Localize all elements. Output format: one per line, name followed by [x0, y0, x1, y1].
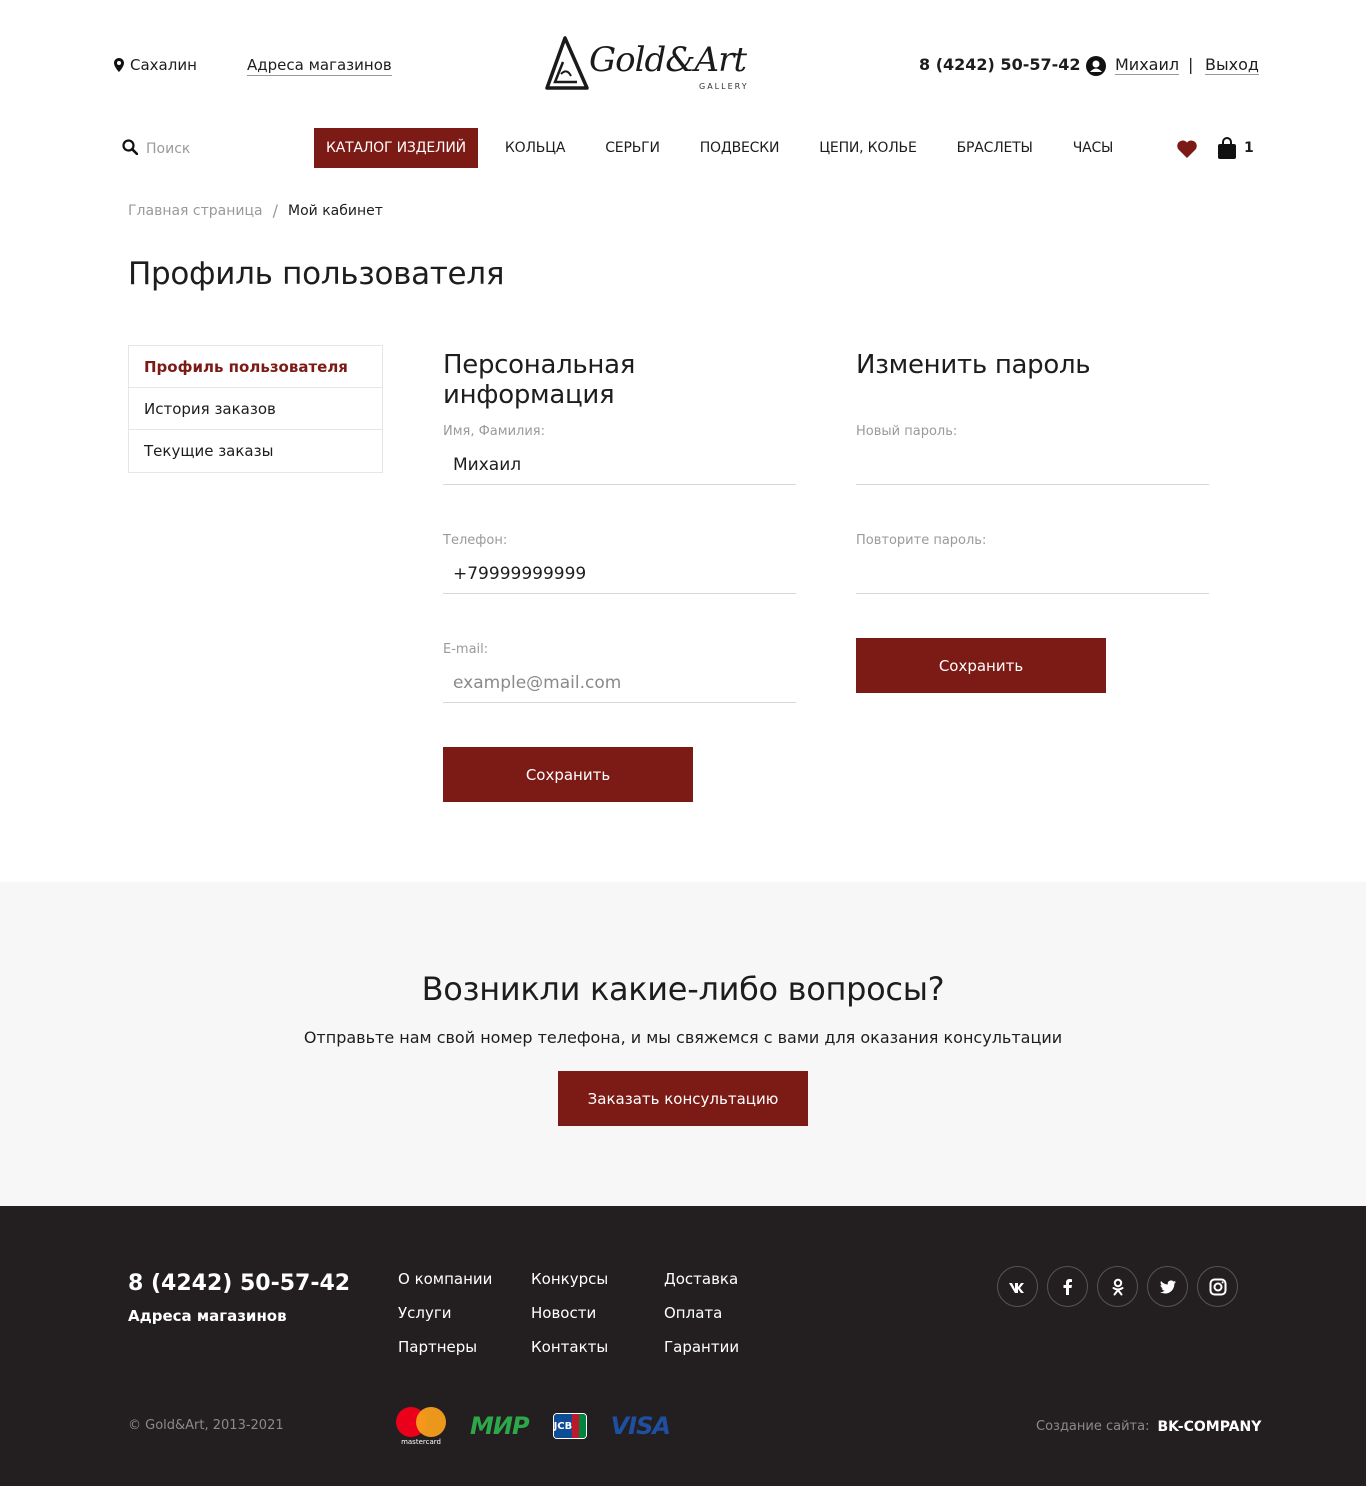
nav-item-pendants[interactable]: ПОДВЕСКИ [680, 128, 800, 168]
phone-input[interactable] [443, 554, 796, 594]
site-credits: Создание сайта: BK-COMPANY [1036, 1419, 1261, 1435]
breadcrumb-separator: / [272, 201, 278, 220]
change-password-title: Изменить пароль [856, 350, 1091, 380]
footer: 8 (4242) 50-57-42 Адреса магазинов О ком… [0, 1206, 1366, 1486]
phone-field: Телефон: [443, 533, 796, 594]
footer-link-partners[interactable]: Партнеры [398, 1338, 492, 1357]
consultation-title: Возникли какие-либо вопросы? [421, 970, 945, 1008]
logout-link[interactable]: Выход [1205, 55, 1259, 75]
repeat-password-field: Повторите пароль: [856, 533, 1209, 594]
top-header: Сахалин Адреса магазинов Gold&Art GALLER… [0, 0, 1366, 130]
social-links [997, 1266, 1238, 1307]
jcb-logo: JCB [552, 1413, 587, 1439]
repeat-password-label: Повторите пароль: [856, 533, 987, 548]
stores-link[interactable]: Адреса магазинов [247, 56, 392, 76]
odnoklassniki-icon[interactable] [1097, 1266, 1138, 1307]
sidebar-item-order-history[interactable]: История заказов [129, 388, 382, 430]
made-by-label: Создание сайта: [1036, 1419, 1150, 1434]
email-input[interactable] [443, 663, 796, 703]
user-profile-link[interactable]: Михаил [1115, 55, 1180, 75]
footer-links-company: О компании Услуги Партнеры [398, 1270, 492, 1357]
cart-count: 1 [1244, 140, 1254, 156]
logo-wordmark: Gold&Art [589, 40, 747, 80]
city-selector[interactable]: Сахалин [114, 56, 197, 74]
twitter-icon[interactable] [1147, 1266, 1188, 1307]
email-label: E-mail: [443, 642, 489, 657]
email-field: E-mail: [443, 642, 796, 703]
footer-links-service: Доставка Оплата Гарантии [664, 1270, 739, 1357]
user-icon [1086, 56, 1106, 76]
sidebar-item-profile[interactable]: Профиль пользователя [129, 346, 382, 388]
shopping-bag-icon[interactable] [1216, 136, 1238, 160]
footer-link-contacts[interactable]: Контакты [531, 1338, 608, 1357]
search-input[interactable] [146, 137, 296, 161]
consultation-section: Возникли какие-либо вопросы? Отправьте н… [0, 882, 1366, 1206]
new-password-label: Новый пароль: [856, 424, 958, 439]
consultation-text: Отправьте нам свой номер телефона, и мы … [303, 1028, 1063, 1047]
made-by-link[interactable]: BK-COMPANY [1157, 1419, 1261, 1435]
header-separator: | [1188, 55, 1194, 74]
facebook-icon[interactable] [1047, 1266, 1088, 1307]
save-personal-button[interactable]: Сохранить [443, 747, 693, 802]
save-password-button[interactable]: Сохранить [856, 638, 1106, 693]
repeat-password-input[interactable] [856, 554, 1209, 594]
city-name: Сахалин [130, 56, 197, 74]
name-field: Имя, Фамилия: [443, 424, 796, 485]
nav-item-rings[interactable]: КОЛЬЦА [485, 128, 585, 168]
logo-triangle-icon [545, 36, 589, 90]
footer-links-info: Конкурсы Новости Контакты [531, 1270, 608, 1357]
new-password-field: Новый пароль: [856, 424, 1209, 485]
personal-info-form: Персональная информация Имя, Фамилия: Те… [443, 350, 796, 810]
visa-logo: VISA [610, 1412, 671, 1440]
search-icon[interactable] [122, 139, 138, 155]
footer-stores-link[interactable]: Адреса магазинов [128, 1307, 287, 1325]
page-title: Профиль пользователя [128, 256, 505, 292]
nav-item-chains[interactable]: ЦЕПИ, КОЛЬЕ [799, 128, 936, 168]
heart-icon[interactable] [1176, 139, 1198, 159]
payment-methods: mastercard МИР JCB VISA [396, 1407, 671, 1446]
nav-item-catalog[interactable]: КАТАЛОГ ИЗДЕЛИЙ [314, 128, 478, 168]
footer-link-guarantees[interactable]: Гарантии [664, 1338, 739, 1357]
name-input[interactable] [443, 445, 796, 485]
footer-link-about[interactable]: О компании [398, 1270, 492, 1289]
logo[interactable]: Gold&Art GALLERY [543, 34, 759, 94]
change-password-form: Изменить пароль Новый пароль: Повторите … [856, 350, 1209, 700]
footer-phone[interactable]: 8 (4242) 50-57-42 [128, 1271, 350, 1296]
main-nav: КАТАЛОГ ИЗДЕЛИЙ КОЛЬЦА СЕРЬГИ ПОДВЕСКИ Ц… [314, 128, 1133, 168]
nav-item-watches[interactable]: ЧАСЫ [1053, 128, 1134, 168]
name-label: Имя, Фамилия: [443, 424, 545, 439]
mastercard-logo: mastercard [396, 1407, 446, 1446]
breadcrumb-current: Мой кабинет [288, 202, 383, 219]
personal-info-title: Персональная информация [443, 350, 636, 410]
phone-label: Телефон: [443, 533, 508, 548]
nav-item-bracelets[interactable]: БРАСЛЕТЫ [937, 128, 1053, 168]
order-consultation-button[interactable]: Заказать консультацию [558, 1071, 808, 1126]
footer-link-contests[interactable]: Конкурсы [531, 1270, 608, 1289]
footer-link-services[interactable]: Услуги [398, 1304, 492, 1323]
map-pin-icon [114, 58, 124, 72]
breadcrumb-home[interactable]: Главная страница [128, 203, 263, 219]
vk-icon[interactable] [997, 1266, 1038, 1307]
sidebar-item-current-orders[interactable]: Текущие заказы [129, 430, 382, 472]
logo-subtitle: GALLERY [699, 82, 749, 91]
breadcrumb: Главная страница / Мой кабинет [128, 201, 383, 220]
footer-link-news[interactable]: Новости [531, 1304, 608, 1323]
new-password-input[interactable] [856, 445, 1209, 485]
nav-item-earrings[interactable]: СЕРЬГИ [585, 128, 679, 168]
mir-logo: МИР [470, 1412, 530, 1440]
instagram-icon[interactable] [1197, 1266, 1238, 1307]
account-sidebar: Профиль пользователя История заказов Тек… [128, 345, 383, 473]
footer-link-payment[interactable]: Оплата [664, 1304, 739, 1323]
footer-link-delivery[interactable]: Доставка [664, 1270, 739, 1289]
header-phone[interactable]: 8 (4242) 50-57-42 [919, 55, 1081, 74]
copyright: © Gold&Art, 2013-2021 [128, 1418, 284, 1433]
